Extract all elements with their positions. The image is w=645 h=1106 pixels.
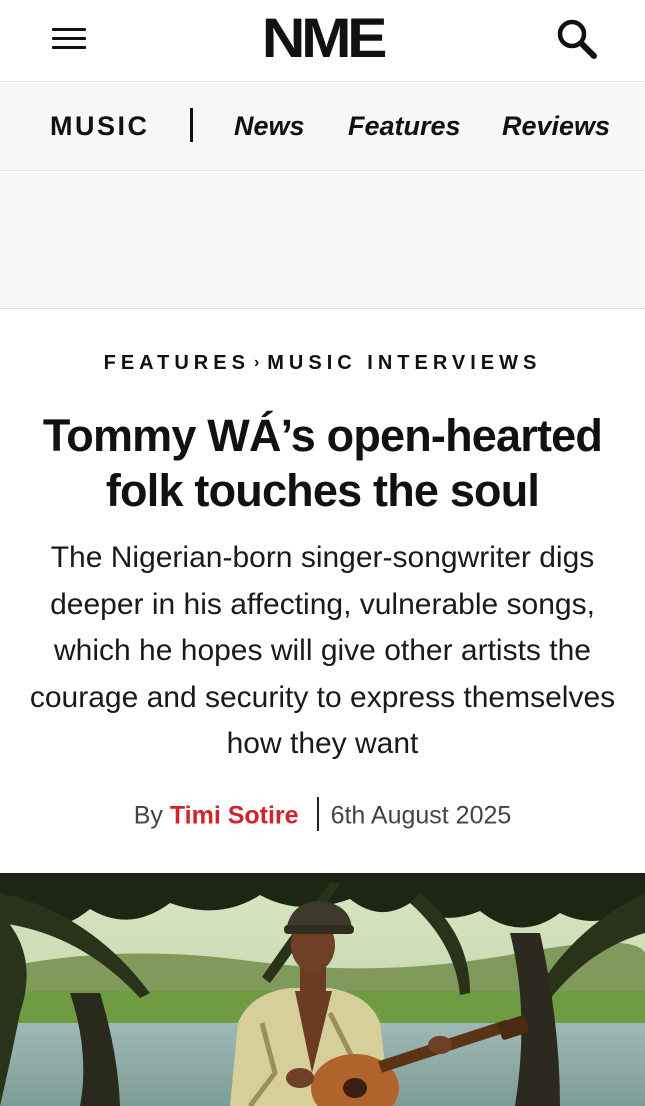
site-header: NME	[0, 0, 645, 82]
breadcrumb-features[interactable]: FEATURES	[104, 352, 250, 374]
article-headline: Tommy WÁ’s open-hearted folk touches the…	[0, 408, 645, 518]
site-logo[interactable]: NME	[0, 6, 645, 70]
breadcrumb-music-interviews[interactable]: MUSIC INTERVIEWS	[267, 352, 541, 374]
hero-image	[0, 873, 645, 1106]
nav-divider	[190, 108, 193, 142]
byline-divider	[316, 797, 319, 831]
publish-date: 6th August 2025	[330, 801, 512, 830]
breadcrumb: FEATURES › MUSIC INTERVIEWS	[0, 352, 645, 375]
nav-link-features[interactable]: Features	[348, 111, 461, 142]
nav-section-music[interactable]: MUSIC	[50, 111, 150, 142]
nav-link-news[interactable]: News	[234, 111, 305, 142]
nav-link-reviews[interactable]: Reviews	[502, 111, 610, 142]
ad-placeholder	[0, 172, 645, 309]
search-icon[interactable]	[552, 14, 602, 64]
section-nav: MUSIC News Features Reviews	[0, 83, 645, 171]
byline-prefix: By	[133, 801, 163, 830]
article-standfirst: The Nigerian-born singer-songwriter digs…	[29, 541, 616, 760]
headline-line-2: folk touches the soul	[105, 465, 540, 516]
author-link[interactable]: Timi Sotire	[170, 802, 299, 830]
breadcrumb-separator: ›	[253, 354, 260, 371]
byline: By Timi Sotire 6th August 2025	[0, 797, 645, 834]
headline-line-1: Tommy WÁ’s open-hearted	[42, 410, 603, 461]
